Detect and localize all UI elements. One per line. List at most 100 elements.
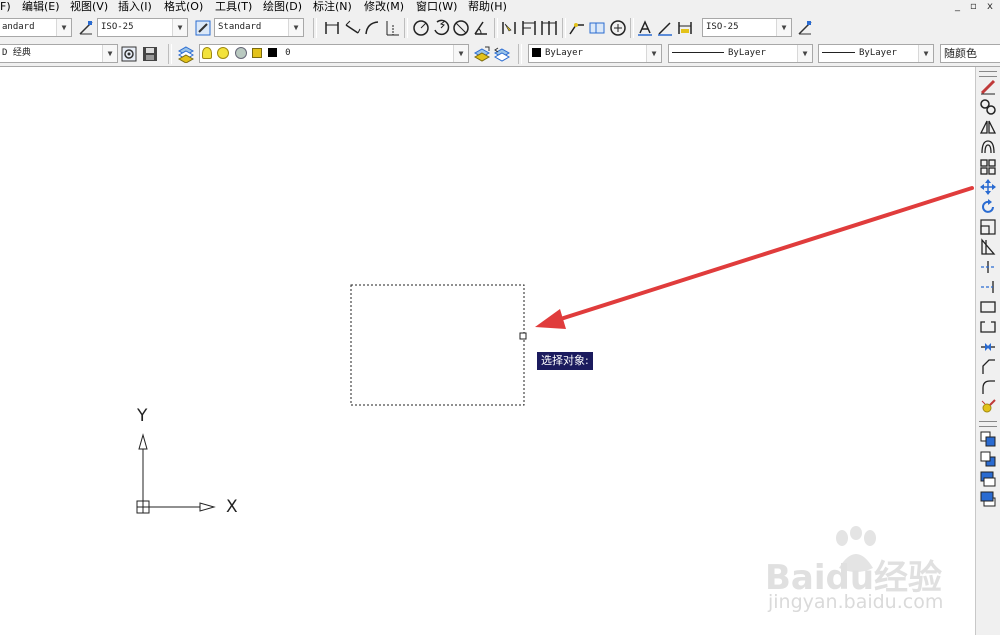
menu-edit[interactable]: 编辑(E) <box>22 0 60 14</box>
workspace-settings-icon[interactable] <box>120 45 138 63</box>
toolbar-separator <box>518 44 522 64</box>
pickbox-cursor <box>519 332 527 340</box>
dim-style-combo[interactable]: ISO-25 ▼ <box>97 18 188 37</box>
join-icon[interactable] <box>979 338 997 356</box>
chevron-down-icon: ▼ <box>56 19 71 36</box>
color-swatch <box>532 48 541 57</box>
toolbar-grip <box>979 71 997 77</box>
break-at-point-icon[interactable] <box>979 298 997 316</box>
workspace-combo[interactable]: D 经典 ▼ <box>0 44 118 63</box>
menu-modify[interactable]: 修改(M) <box>364 0 404 14</box>
textstyle-icon[interactable] <box>194 19 212 37</box>
minimize-icon[interactable]: _ <box>955 0 960 14</box>
jogged-icon[interactable] <box>432 19 450 37</box>
annotation-arrowhead <box>535 309 566 329</box>
center-mark-icon[interactable] <box>609 19 627 37</box>
chevron-down-icon: ▼ <box>453 45 468 62</box>
dimupdate-icon[interactable] <box>676 19 694 37</box>
table-style-combo[interactable]: Standard ▼ <box>214 18 304 37</box>
layer-properties-icon[interactable] <box>177 45 195 63</box>
menu-bar: F) 编辑(E) 视图(V) 插入(I) 格式(O) 工具(T) 绘图(D) 标… <box>0 0 1000 14</box>
explode-icon[interactable] <box>979 398 997 416</box>
ucs-y-arrow <box>138 433 148 450</box>
modify-toolbar <box>975 67 1000 635</box>
menu-view[interactable]: 视图(V) <box>70 0 108 14</box>
dimtedit-icon[interactable] <box>656 19 674 37</box>
toolbar-separator <box>404 18 408 38</box>
chevron-down-icon: ▼ <box>102 45 117 62</box>
menu-dimension[interactable]: 标注(N) <box>313 0 352 14</box>
menu-window[interactable]: 窗口(W) <box>416 0 457 14</box>
layers-properties-toolbar: D 经典 ▼ 0 ▼ ByLayer ▼ ByLayer ▼ ByLayer ▼ 随颜色 <box>0 41 1000 67</box>
chevron-down-icon: ▼ <box>172 19 187 36</box>
lightbulb-icon <box>202 46 212 59</box>
plot-style-combo[interactable]: 随颜色 <box>940 44 1000 63</box>
drawing-canvas[interactable]: Y X 选择对象: Baidu经验 jingyan.baidu.com <box>0 67 976 635</box>
aligned-dimension-icon[interactable] <box>343 19 361 37</box>
close-icon[interactable]: x <box>987 0 993 14</box>
bring-above-icon[interactable] <box>979 470 997 488</box>
dimedit-icon[interactable] <box>636 19 654 37</box>
linetype-combo[interactable]: ByLayer ▼ <box>668 44 813 63</box>
layer-previous-icon[interactable] <box>493 45 511 63</box>
fillet-icon[interactable] <box>979 378 997 396</box>
angular-icon[interactable] <box>472 19 490 37</box>
chevron-down-icon: ▼ <box>646 45 661 62</box>
watermark-url: jingyan.baidu.com <box>768 591 944 613</box>
radius-icon[interactable] <box>412 19 430 37</box>
erase-icon[interactable] <box>979 78 997 96</box>
bring-front-icon[interactable] <box>979 430 997 448</box>
trim-icon[interactable] <box>979 258 997 276</box>
menu-insert[interactable]: 插入(I) <box>118 0 152 14</box>
toolbar-separator <box>494 18 498 38</box>
continue-icon[interactable] <box>540 19 558 37</box>
dimstyle-manager-icon[interactable] <box>796 19 814 37</box>
linear-dimension-icon[interactable] <box>323 19 341 37</box>
send-under-icon[interactable] <box>979 490 997 508</box>
make-current-layer-icon[interactable] <box>473 45 491 63</box>
chevron-down-icon: ▼ <box>797 45 812 62</box>
chevron-down-icon: ▼ <box>918 45 933 62</box>
offset-icon[interactable] <box>979 138 997 156</box>
dimstyle-icon[interactable] <box>77 19 95 37</box>
array-icon[interactable] <box>979 158 997 176</box>
chevron-down-icon: ▼ <box>288 19 303 36</box>
menu-draw[interactable]: 绘图(D) <box>263 0 302 14</box>
toolbar-separator <box>562 18 566 38</box>
mirror-icon[interactable] <box>979 118 997 136</box>
ordinate-icon[interactable] <box>383 19 401 37</box>
chamfer-icon[interactable] <box>979 358 997 376</box>
restore-icon[interactable]: ▫ <box>970 0 977 14</box>
send-back-icon[interactable] <box>979 450 997 468</box>
break-icon[interactable] <box>979 318 997 336</box>
lineweight-combo[interactable]: ByLayer ▼ <box>818 44 934 63</box>
menu-help[interactable]: 帮助(H) <box>468 0 507 14</box>
layer-combo[interactable]: 0 ▼ <box>199 44 469 63</box>
leader-icon[interactable] <box>568 19 586 37</box>
copy-icon[interactable] <box>979 98 997 116</box>
move-icon[interactable] <box>979 178 997 196</box>
menu-format[interactable]: 格式(O) <box>164 0 203 14</box>
scale-icon[interactable] <box>979 218 997 236</box>
baseline-icon[interactable] <box>520 19 538 37</box>
diameter-icon[interactable] <box>452 19 470 37</box>
command-tooltip: 选择对象: <box>537 352 593 370</box>
toolbar-separator <box>313 18 317 38</box>
save-workspace-icon[interactable] <box>141 45 159 63</box>
tolerance-icon[interactable] <box>588 19 606 37</box>
arc-length-icon[interactable] <box>363 19 381 37</box>
quick-dimension-icon[interactable] <box>500 19 518 37</box>
dim-style-combo-2[interactable]: ISO-25 ▼ <box>702 18 792 37</box>
annotation-arrow-shaft <box>546 186 974 325</box>
extend-icon[interactable] <box>979 278 997 296</box>
linetype-sample <box>672 52 724 53</box>
stretch-icon[interactable] <box>979 238 997 256</box>
freeze-icon <box>234 46 247 59</box>
color-combo[interactable]: ByLayer ▼ <box>528 44 662 63</box>
toolbar-separator <box>168 44 172 64</box>
menu-tools[interactable]: 工具(T) <box>215 0 252 14</box>
text-style-combo[interactable]: andard ▼ <box>0 18 72 37</box>
rotate-icon[interactable] <box>979 198 997 216</box>
menu-file[interactable]: F) <box>0 0 11 14</box>
toolbar-grip <box>979 421 997 427</box>
